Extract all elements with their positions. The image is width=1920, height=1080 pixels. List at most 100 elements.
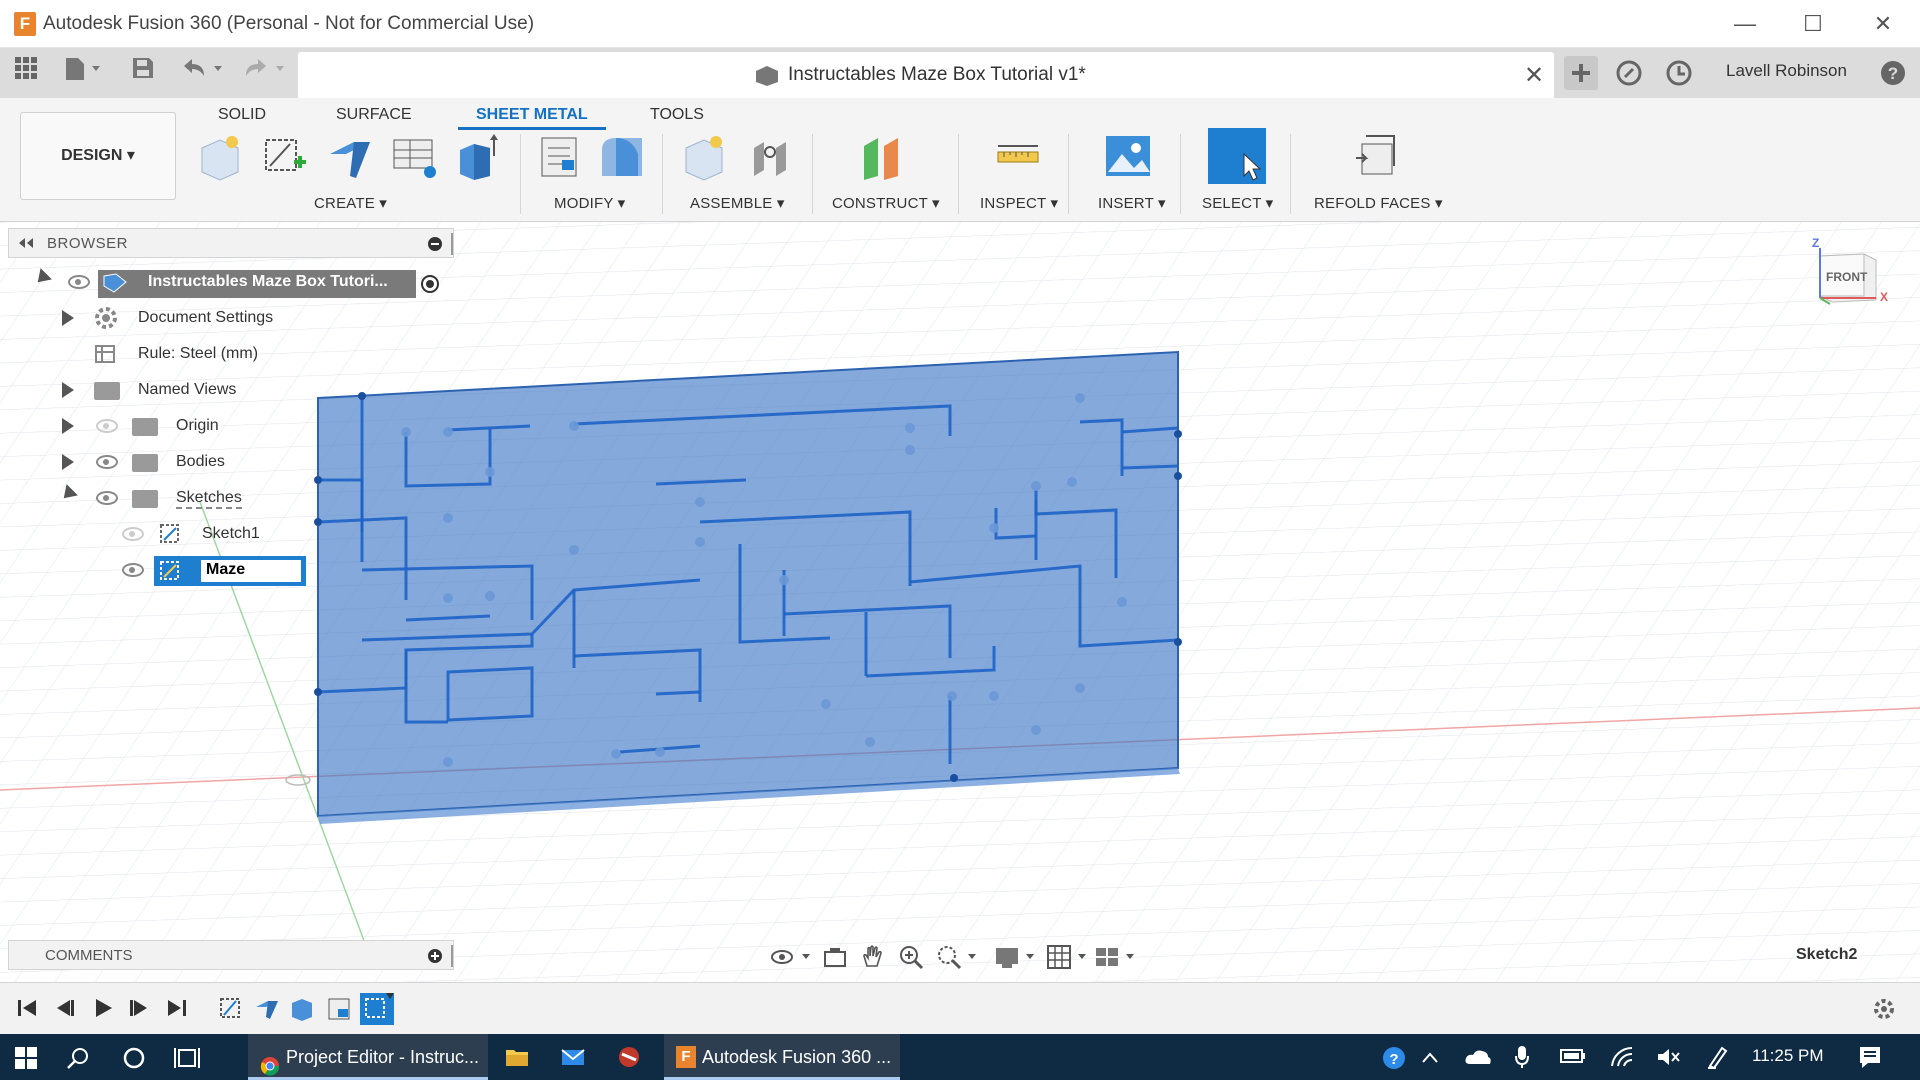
- timeline-previous-icon[interactable]: [54, 997, 76, 1024]
- fit-zoom-window-icon[interactable]: [936, 944, 980, 975]
- panel-resize-handle[interactable]: [451, 233, 453, 255]
- file-menu-icon[interactable]: [62, 56, 104, 90]
- tree-item-sketches[interactable]: Sketches: [24, 484, 444, 514]
- create-sketch-icon[interactable]: [260, 132, 308, 182]
- select-tool-icon[interactable]: [1208, 128, 1266, 184]
- refold-faces-menu[interactable]: REFOLD FACES ▾: [1314, 194, 1443, 212]
- view-cube-face-label[interactable]: FRONT: [1826, 270, 1867, 284]
- snip-tool-icon[interactable]: [616, 1044, 642, 1075]
- timeline-first-icon[interactable]: [16, 997, 38, 1024]
- flange-icon[interactable]: [326, 132, 374, 182]
- expand-triangle-icon[interactable]: [62, 310, 74, 326]
- show-hidden-icons-chevron-icon[interactable]: [1420, 1048, 1440, 1071]
- pen-ink-icon[interactable]: [1706, 1044, 1728, 1075]
- workspace-switcher[interactable]: DESIGN ▾: [20, 112, 176, 200]
- offset-plane-icon[interactable]: [860, 132, 908, 182]
- zoom-icon[interactable]: [898, 944, 924, 975]
- visibility-eye-icon[interactable]: [68, 275, 90, 289]
- tab-surface[interactable]: SURFACE: [336, 102, 412, 130]
- system-clock[interactable]: 11:25 PM: [1752, 1046, 1824, 1066]
- refold-faces-icon[interactable]: [1354, 132, 1402, 182]
- close-tab-button[interactable]: ✕: [1524, 61, 1544, 90]
- press-pull-icon[interactable]: [536, 132, 584, 182]
- help-icon[interactable]: ?: [1878, 56, 1908, 90]
- save-icon[interactable]: [128, 56, 158, 90]
- collapse-triangle-icon[interactable]: [58, 484, 78, 504]
- expand-triangle-icon[interactable]: [62, 454, 74, 470]
- activate-component-icon[interactable]: [420, 274, 440, 299]
- display-settings-icon[interactable]: [994, 944, 1038, 975]
- 3d-viewport[interactable]: FRONT Z X: [0, 222, 1920, 982]
- taskbar-app-fusion[interactable]: F Autodesk Fusion 360 ...: [664, 1034, 900, 1080]
- tab-solid[interactable]: SOLID: [218, 102, 266, 130]
- collapse-panel-icon[interactable]: [17, 235, 35, 254]
- task-view-icon[interactable]: [174, 1046, 200, 1075]
- assemble-menu[interactable]: ASSEMBLE ▾: [690, 194, 785, 212]
- joint-icon[interactable]: [746, 132, 794, 182]
- minimize-button[interactable]: —: [1720, 6, 1770, 42]
- comments-panel-header[interactable]: COMMENTS: [8, 940, 454, 970]
- timeline-press-pull-feature-icon[interactable]: [326, 995, 352, 1026]
- view-cube[interactable]: FRONT Z X: [1812, 236, 1888, 308]
- tab-sheet-metal[interactable]: SHEET METAL: [458, 102, 606, 130]
- convert-to-sheet-metal-icon[interactable]: [390, 132, 438, 182]
- redo-icon[interactable]: [240, 56, 290, 90]
- look-at-icon[interactable]: [822, 944, 848, 975]
- timeline-settings-gear-icon[interactable]: [1872, 997, 1896, 1026]
- expand-triangle-icon[interactable]: [62, 418, 74, 434]
- timeline-last-icon[interactable]: [166, 997, 188, 1024]
- construct-menu[interactable]: CONSTRUCT ▾: [832, 194, 940, 212]
- add-comment-icon[interactable]: [427, 948, 443, 969]
- undo-icon[interactable]: [178, 56, 228, 90]
- tree-item-origin[interactable]: Origin: [24, 412, 444, 442]
- new-component-assemble-icon[interactable]: [680, 132, 728, 182]
- create-menu[interactable]: CREATE ▾: [314, 194, 387, 212]
- panel-resize-handle[interactable]: [451, 945, 453, 967]
- help-tray-icon[interactable]: ?: [1382, 1046, 1406, 1075]
- visibility-eye-icon[interactable]: [122, 527, 144, 541]
- user-account-name[interactable]: Lavell Robinson: [1726, 61, 1847, 81]
- timeline-play-icon[interactable]: [92, 997, 114, 1024]
- tree-item-sketch1[interactable]: Sketch1: [24, 520, 444, 550]
- new-component-icon[interactable]: [196, 132, 244, 182]
- grid-settings-icon[interactable]: [1046, 944, 1090, 975]
- timeline-extrude-feature-icon[interactable]: [290, 995, 316, 1026]
- collapse-triangle-icon[interactable]: [32, 268, 52, 288]
- modify-menu[interactable]: MODIFY ▾: [554, 194, 625, 212]
- microphone-icon[interactable]: [1514, 1044, 1530, 1075]
- tree-item-bodies[interactable]: Bodies: [24, 448, 444, 478]
- measure-icon[interactable]: [994, 132, 1042, 182]
- data-panel-grid-icon[interactable]: [10, 56, 42, 90]
- wifi-icon[interactable]: [1610, 1046, 1634, 1073]
- browser-panel-header[interactable]: BROWSER: [8, 228, 454, 258]
- visibility-eye-icon[interactable]: [96, 491, 118, 505]
- visibility-eye-icon[interactable]: [122, 563, 144, 577]
- insert-image-icon[interactable]: [1104, 132, 1152, 182]
- fillet-icon[interactable]: [598, 132, 646, 182]
- visibility-eye-icon[interactable]: [96, 455, 118, 469]
- select-menu[interactable]: SELECT ▾: [1202, 194, 1273, 212]
- windows-start-icon[interactable]: [14, 1046, 38, 1075]
- close-window-button[interactable]: ✕: [1858, 6, 1908, 42]
- inspect-menu[interactable]: INSPECT ▾: [980, 194, 1058, 212]
- timeline-sketch-feature-icon[interactable]: [218, 995, 244, 1026]
- extrude-icon[interactable]: [454, 132, 502, 182]
- expand-triangle-icon[interactable]: [62, 382, 74, 398]
- mail-icon[interactable]: [560, 1044, 586, 1075]
- tree-item-maze[interactable]: Maze: [24, 556, 444, 586]
- file-explorer-icon[interactable]: [504, 1044, 530, 1075]
- action-center-icon[interactable]: [1858, 1044, 1882, 1075]
- timeline-current-sketch-icon[interactable]: [360, 993, 394, 1025]
- onedrive-cloud-icon[interactable]: [1464, 1048, 1492, 1071]
- search-icon[interactable]: [66, 1046, 90, 1075]
- tab-tools[interactable]: TOOLS: [650, 102, 704, 130]
- cortana-icon[interactable]: [122, 1046, 146, 1075]
- timeline-next-icon[interactable]: [128, 997, 150, 1024]
- tree-item-document-settings[interactable]: Document Settings: [24, 304, 444, 334]
- extensions-icon[interactable]: [1614, 56, 1644, 90]
- maximize-button[interactable]: ☐: [1788, 6, 1838, 42]
- tree-item-sheet-metal-rule[interactable]: Rule: Steel (mm): [24, 340, 444, 370]
- taskbar-app-chrome[interactable]: Project Editor - Instruc...: [248, 1034, 488, 1080]
- job-status-clock-icon[interactable]: [1664, 56, 1694, 90]
- tree-item-named-views[interactable]: Named Views: [24, 376, 444, 406]
